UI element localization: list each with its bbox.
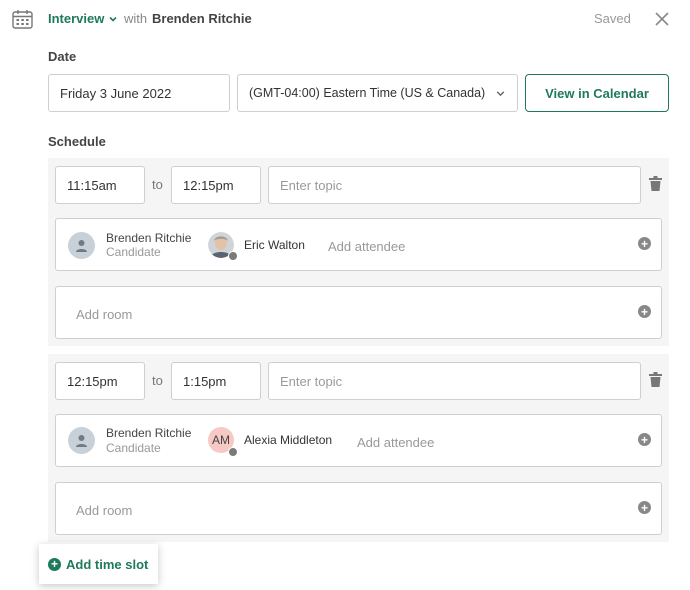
timezone-select[interactable]: (GMT-04:00) Eastern Time (US & Canada) <box>237 74 518 112</box>
end-time-value: 1:15pm <box>183 373 227 389</box>
end-time-input[interactable]: 1:15pm <box>171 362 261 400</box>
trash-icon[interactable] <box>649 372 662 387</box>
view-in-calendar-button[interactable]: View in Calendar <box>525 74 669 112</box>
to-label: to <box>152 177 163 192</box>
close-icon[interactable] <box>654 11 670 27</box>
plus-circle-icon[interactable]: + <box>638 433 651 446</box>
candidate-avatar <box>68 427 95 454</box>
date-label: Date <box>48 49 77 64</box>
plus-circle-icon[interactable]: + <box>638 237 651 250</box>
candidate-name: Brenden Ritchie <box>106 231 192 245</box>
candidate-name: Brenden Ritchie <box>106 426 192 440</box>
with-label: with <box>124 11 148 26</box>
end-time-input[interactable]: 12:15pm <box>171 166 261 204</box>
topic-placeholder: Enter topic <box>280 177 343 193</box>
chevron-down-icon <box>109 16 117 22</box>
date-value: Friday 3 June 2022 <box>60 85 172 101</box>
person-icon <box>76 240 87 252</box>
person-icon <box>76 435 87 447</box>
event-type-dropdown[interactable]: Interview <box>48 11 118 26</box>
plus-circle-icon[interactable]: + <box>638 305 651 318</box>
add-time-slot-label: Add time slot <box>66 556 149 572</box>
start-time-input[interactable]: 11:15am <box>55 166 145 204</box>
candidate-name-header: Brenden Ritchie <box>152 11 252 26</box>
add-attendee-input[interactable]: Add attendee <box>357 435 434 450</box>
attendee-status-dot <box>228 447 238 457</box>
save-status: Saved <box>594 11 631 26</box>
attendee-status-dot <box>228 251 238 261</box>
candidate-avatar <box>68 232 95 259</box>
start-time-value: 11:15am <box>67 177 117 193</box>
plus-circle-icon: + <box>48 557 61 571</box>
timezone-value: (GMT-04:00) Eastern Time (US & Canada) <box>249 86 486 100</box>
topic-placeholder: Enter topic <box>280 373 343 389</box>
trash-icon[interactable] <box>649 176 662 191</box>
add-time-slot-button[interactable]: + Add time slot <box>39 544 158 584</box>
date-field[interactable]: Friday 3 June 2022 <box>48 74 230 112</box>
add-room-input[interactable]: Add room <box>76 307 132 322</box>
chevron-down-icon <box>496 90 505 96</box>
add-room-input[interactable]: Add room <box>76 503 132 518</box>
plus-circle-icon[interactable]: + <box>638 501 651 514</box>
start-time-value: 12:15pm <box>67 373 118 389</box>
calendar-icon <box>12 10 33 29</box>
attendee-name: Eric Walton <box>244 238 305 252</box>
add-attendee-input[interactable]: Add attendee <box>328 239 405 254</box>
to-label: to <box>152 373 163 388</box>
topic-input[interactable]: Enter topic <box>268 166 641 204</box>
schedule-label: Schedule <box>48 134 106 149</box>
start-time-input[interactable]: 12:15pm <box>55 362 145 400</box>
attendee-name: Alexia Middleton <box>244 433 333 447</box>
event-type-label: Interview <box>48 11 105 26</box>
topic-input[interactable]: Enter topic <box>268 362 641 400</box>
room-box[interactable] <box>55 286 662 339</box>
room-box[interactable] <box>55 482 662 535</box>
candidate-role: Candidate <box>106 441 161 455</box>
candidate-role: Candidate <box>106 245 161 259</box>
end-time-value: 12:15pm <box>183 177 234 193</box>
